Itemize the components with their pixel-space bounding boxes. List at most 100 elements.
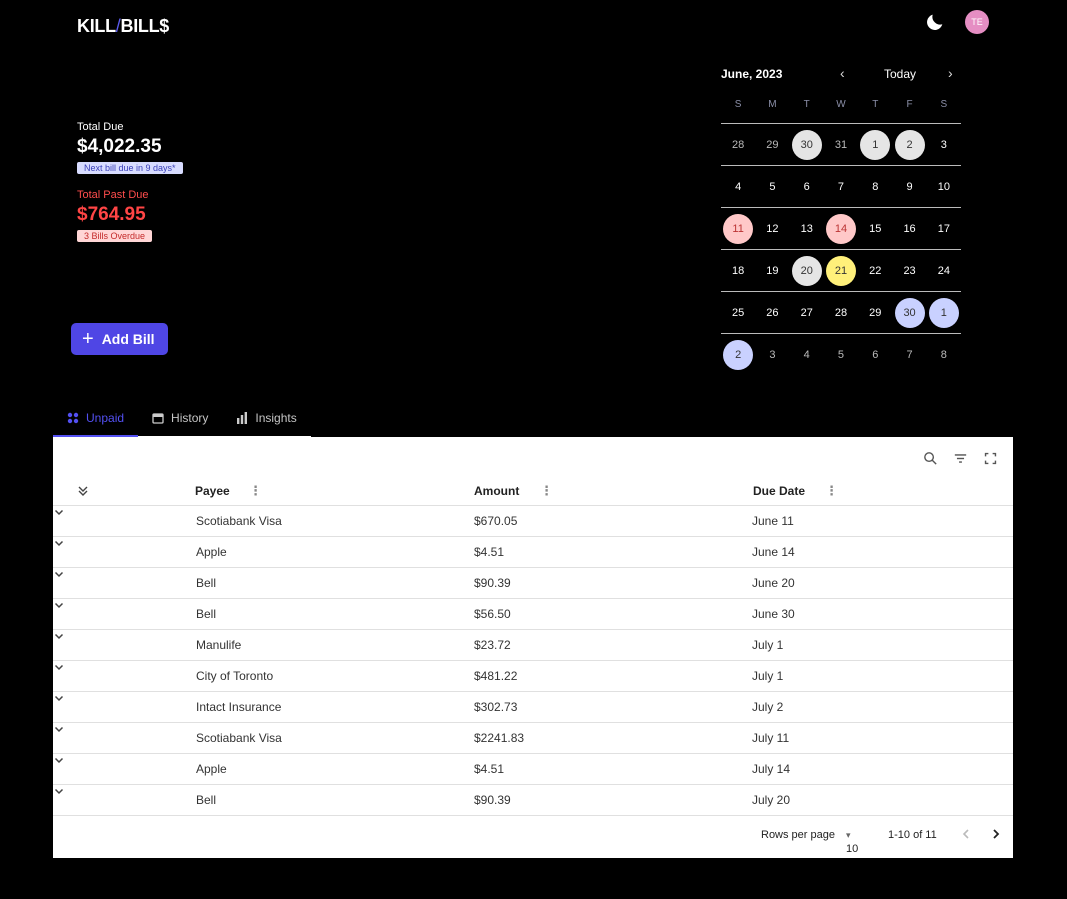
cell-amount: $481.22	[474, 669, 518, 683]
table-row[interactable]: Manulife $23.72 July 1	[53, 630, 1013, 661]
calendar-day[interactable]: 6	[860, 340, 890, 370]
kebab-icon: ⋮	[825, 483, 838, 498]
chevron-down-icon[interactable]	[53, 754, 65, 766]
logo-text-bill: BILL$	[120, 16, 170, 36]
calendar-day[interactable]: 27	[792, 298, 822, 328]
calendar-day[interactable]: 22	[860, 256, 890, 286]
calendar-week: 25 26 27 28 29 30 1	[721, 292, 961, 334]
table-row[interactable]: City of Toronto $481.22 July 1	[53, 661, 1013, 692]
chevron-down-icon[interactable]	[53, 785, 65, 797]
calendar-day[interactable]: 21	[825, 255, 856, 286]
calendar-day[interactable]: 15	[860, 214, 890, 244]
calendar-day[interactable]: 18	[723, 256, 753, 286]
moon-icon[interactable]	[924, 11, 946, 33]
chevron-down-icon[interactable]	[53, 692, 65, 704]
calendar-day[interactable]: 17	[929, 214, 959, 244]
expand-all-icon[interactable]	[77, 485, 89, 497]
calendar-day[interactable]: 29	[860, 298, 890, 328]
kebab-icon: ⋮	[540, 483, 553, 498]
calendar-day[interactable]: 3	[929, 130, 959, 160]
calendar-day[interactable]: 13	[792, 214, 822, 244]
calendar-day[interactable]: 2	[723, 340, 754, 370]
calendar-day[interactable]: 7	[895, 340, 925, 370]
column-header-amount[interactable]: Amount	[474, 484, 519, 498]
calendar-day[interactable]: 26	[757, 298, 787, 328]
calendar-day[interactable]: 9	[895, 172, 925, 202]
calendar-week: 2345678	[721, 334, 961, 376]
chevron-down-icon[interactable]	[53, 661, 65, 673]
calendar-day[interactable]: 2	[894, 129, 925, 160]
chevron-down-icon[interactable]	[53, 723, 65, 735]
chevron-right-icon[interactable]: ›	[948, 65, 953, 81]
calendar-day[interactable]: 12	[757, 214, 787, 244]
calendar-day[interactable]: 19	[757, 256, 787, 286]
calendar-day[interactable]: 1	[860, 129, 891, 160]
column-header-payee[interactable]: Payee	[195, 484, 230, 498]
calendar-day[interactable]: 1	[928, 297, 959, 328]
calendar-week: 4 5 6 7 8 9 10	[721, 166, 961, 208]
calendar-day[interactable]: 23	[895, 256, 925, 286]
calendar-day[interactable]: 16	[895, 214, 925, 244]
tab-history[interactable]: History	[138, 400, 223, 437]
add-bill-button[interactable]: + Add Bill	[71, 323, 168, 355]
calendar-day[interactable]: 5	[826, 340, 856, 370]
calendar-day[interactable]: 31	[826, 130, 856, 160]
cell-amount: $302.73	[474, 700, 518, 714]
chevron-down-icon[interactable]	[53, 568, 65, 580]
calendar-day[interactable]: 8	[860, 172, 890, 202]
calendar-day[interactable]: 8	[929, 340, 959, 370]
cell-payee: Intact Insurance	[196, 700, 282, 714]
filter-icon[interactable]	[952, 450, 969, 467]
table-row[interactable]: Apple $4.51 June 14	[53, 537, 1013, 568]
chevron-down-icon[interactable]	[53, 506, 65, 518]
calendar-day[interactable]: 5	[757, 172, 787, 202]
table-row[interactable]: Scotiabank Visa $670.05 June 11	[53, 506, 1013, 537]
table-row[interactable]: Bell $56.50 June 30	[53, 599, 1013, 630]
calendar-day[interactable]: 30	[894, 297, 925, 328]
calendar-day[interactable]: 11	[723, 213, 754, 244]
tab-unpaid[interactable]: Unpaid	[53, 400, 139, 437]
calendar-day[interactable]: 28	[826, 298, 856, 328]
weekday-label: S	[734, 99, 742, 110]
calendar-day[interactable]: 20	[791, 255, 822, 286]
calendar-day[interactable]: 25	[723, 298, 753, 328]
cell-due-date: July 11	[752, 731, 790, 745]
calendar-day[interactable]: 24	[929, 256, 959, 286]
chevron-down-icon[interactable]	[53, 537, 65, 549]
cell-amount: $670.05	[474, 514, 518, 528]
calendar-day[interactable]: 3	[757, 340, 787, 370]
app-logo[interactable]: KILL/BILL$	[77, 16, 169, 37]
calendar-day[interactable]: 4	[723, 172, 753, 202]
rows-per-page-select[interactable]: 10 ▾	[846, 829, 858, 855]
calendar-day[interactable]: 6	[792, 172, 822, 202]
calendar-day[interactable]: 30	[791, 129, 822, 160]
search-icon[interactable]	[922, 450, 939, 467]
next-page-icon[interactable]	[989, 827, 1003, 841]
calendar-day[interactable]: 14	[825, 213, 856, 244]
calendar-day[interactable]: 29	[757, 130, 787, 160]
calendar-day[interactable]: 28	[723, 130, 753, 160]
calendar-day[interactable]: 10	[929, 172, 959, 202]
plus-icon: +	[82, 328, 94, 350]
calendar-icon	[152, 412, 164, 424]
prev-page-icon[interactable]	[959, 827, 973, 841]
chevron-left-icon[interactable]: ‹	[840, 65, 845, 81]
cell-payee: Bell	[196, 793, 217, 807]
fullscreen-icon[interactable]	[982, 450, 999, 467]
table-row[interactable]: Bell $90.39 June 20	[53, 568, 1013, 599]
table-row[interactable]: Scotiabank Visa $2241.83 July 11	[53, 723, 1013, 754]
avatar[interactable]: TE	[965, 10, 989, 34]
overdue-badge: 3 Bills Overdue	[77, 230, 153, 242]
chevron-down-icon[interactable]	[53, 630, 65, 642]
today-button[interactable]: Today	[884, 67, 916, 81]
tab-insights[interactable]: Insights	[222, 400, 311, 437]
table-row[interactable]: Intact Insurance $302.73 July 2	[53, 692, 1013, 723]
chevron-down-icon[interactable]	[53, 599, 65, 611]
cell-due-date: June 11	[752, 514, 794, 528]
calendar-day[interactable]: 4	[792, 340, 822, 370]
total-due-value: $4,022.35	[77, 136, 162, 157]
table-row[interactable]: Apple $4.51 July 14	[53, 754, 1013, 785]
calendar-day[interactable]: 7	[826, 172, 856, 202]
table-row[interactable]: Bell $90.39 July 20	[53, 785, 1013, 816]
column-header-due-date[interactable]: Due Date	[753, 484, 805, 498]
